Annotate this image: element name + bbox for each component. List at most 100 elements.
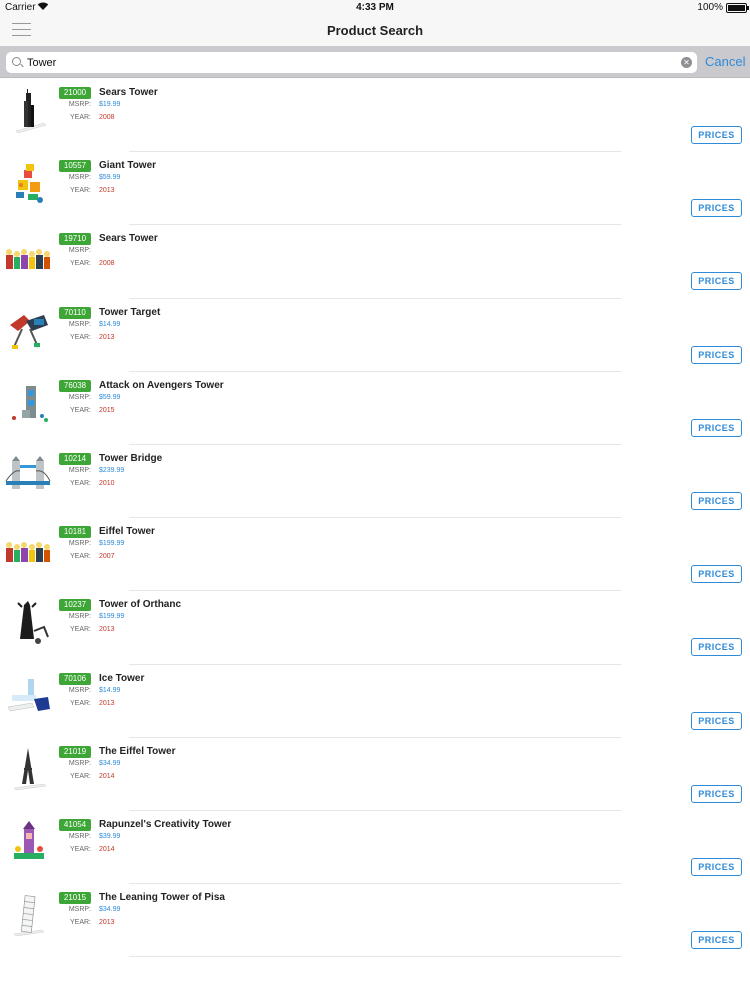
msrp-value: $34.99 — [99, 759, 121, 767]
result-row[interactable]: 10237 Tower of Orthanc MSRP: $199.99 YEAR: 20… — [0, 591, 750, 665]
year-value: 2015 — [99, 406, 115, 414]
year-value: 2008 — [99, 114, 115, 121]
msrp-label: MSRP: — [68, 101, 91, 108]
set-name: Giant Tower — [99, 160, 157, 172]
year-label: YEAR: — [69, 406, 91, 414]
result-row[interactable]: 41054 Rapunzel's Creativity Tower MSRP: $39… — [0, 811, 750, 885]
prices-button[interactable]: PRICES — [691, 272, 742, 291]
product-thumbnail — [4, 453, 52, 501]
year-value: 2013 — [99, 626, 115, 634]
set-number-badge: 10237 — [59, 599, 91, 612]
set-name: The Eiffel Tower — [99, 745, 176, 757]
product-thumbnail — [4, 87, 52, 135]
product-thumbnail — [4, 892, 52, 940]
msrp-value: $34.99 — [99, 906, 121, 914]
result-row[interactable]: 21000 Sears Tower MSRP: $19.99 YEAR: 2008 PRIC… — [0, 79, 750, 153]
msrp-label: MSRP: — [68, 759, 91, 767]
result-row[interactable]: 76038 Attack on Avengers Tower MSRP: $59.99… — [0, 372, 750, 445]
battery-percent: 100% — [697, 2, 723, 13]
product-thumbnail — [4, 746, 52, 794]
msrp-label: MSRP: — [68, 320, 91, 328]
prices-button[interactable]: PRICES — [691, 638, 742, 657]
status-bar: Carrier 4:33 PM 100% — [0, 0, 750, 16]
year-value: 2013 — [99, 919, 115, 927]
set-number-badge: 70110 — [59, 306, 91, 319]
msrp-value: $199.99 — [99, 613, 125, 621]
year-label: YEAR: — [69, 114, 91, 121]
result-row[interactable]: 10181 Eiffel Tower MSRP: $199.99 YEAR: 2007 PR… — [0, 518, 750, 592]
set-name: Sears Tower — [99, 87, 158, 98]
product-thumbnail — [4, 819, 52, 867]
set-number-badge: 19710 — [59, 233, 91, 246]
set-number-badge: 10181 — [59, 526, 91, 539]
page-title: Product Search — [326, 23, 424, 38]
year-label: YEAR: — [69, 626, 91, 634]
year-label: YEAR: — [69, 919, 91, 927]
year-value: 2014 — [99, 772, 115, 780]
set-number-badge: 41054 — [59, 818, 91, 831]
prices-button[interactable]: PRICES — [691, 565, 742, 584]
set-number-badge: 10557 — [59, 160, 91, 173]
msrp-value: $199.99 — [99, 540, 125, 548]
prices-button[interactable]: PRICES — [691, 126, 742, 144]
result-row[interactable]: 70110 Tower Target MSRP: $14.99 YEAR: 2013 PRI… — [0, 299, 750, 372]
year-label: YEAR: — [69, 772, 91, 780]
result-row[interactable]: 10557 Giant Tower MSRP: $59.99 YEAR: 2013 PRIC… — [0, 152, 750, 226]
prices-button[interactable]: PRICES — [691, 857, 742, 876]
prices-button[interactable]: PRICES — [691, 491, 742, 510]
msrp-value: $59.99 — [99, 174, 121, 182]
msrp-value: $39.99 — [99, 832, 121, 840]
result-row[interactable]: 10214 Tower Bridge MSRP: $239.99 YEAR: 2010 PR… — [0, 445, 750, 519]
result-row[interactable]: 21015 The Leaning Tower of Pisa MSRP: $34.9… — [0, 884, 750, 958]
set-number-badge: 21019 — [59, 745, 91, 758]
cancel-button[interactable]: Cancel — [705, 54, 745, 69]
msrp-label: MSRP: — [68, 686, 91, 694]
clear-icon[interactable]: ✕ — [681, 57, 692, 68]
result-row[interactable]: 19710 Sears Tower MSRP: YEAR: 2008 PRICES — [0, 225, 750, 299]
row-divider — [129, 956, 621, 958]
search-field[interactable]: ✕ — [6, 52, 697, 73]
set-number-badge: 21015 — [59, 892, 91, 905]
year-label: YEAR: — [69, 699, 91, 707]
msrp-label: MSRP: — [68, 466, 91, 474]
msrp-label: MSRP: — [68, 393, 91, 401]
msrp-value: $14.99 — [99, 686, 121, 694]
clock: 4:33 PM — [356, 2, 394, 13]
set-name: The Leaning Tower of Pisa — [99, 892, 225, 904]
msrp-label: MSRP: — [68, 906, 91, 914]
product-thumbnail — [4, 380, 52, 428]
search-bar: ✕ Cancel — [0, 46, 750, 78]
set-name: Eiffel Tower — [99, 526, 155, 538]
set-name: Tower Bridge — [99, 452, 163, 464]
product-thumbnail — [4, 233, 52, 281]
prices-button[interactable]: PRICES — [691, 418, 742, 437]
result-list: 21000 Sears Tower MSRP: $19.99 YEAR: 2008 PRIC… — [0, 79, 750, 958]
msrp-label: MSRP: — [68, 832, 91, 840]
search-icon — [12, 57, 21, 66]
prices-button[interactable]: PRICES — [691, 199, 742, 218]
prices-button[interactable]: PRICES — [691, 784, 742, 803]
product-thumbnail — [4, 160, 52, 208]
year-label: YEAR: — [69, 553, 91, 561]
search-input[interactable] — [27, 54, 667, 71]
product-thumbnail — [4, 599, 52, 647]
set-number-badge: 10214 — [59, 452, 91, 465]
msrp-label: MSRP: — [68, 540, 91, 548]
prices-button[interactable]: PRICES — [691, 931, 742, 950]
product-thumbnail — [4, 526, 52, 574]
set-name: Ice Tower — [99, 672, 145, 684]
msrp-value: $14.99 — [99, 320, 121, 328]
result-row[interactable]: 21019 The Eiffel Tower MSRP: $34.99 YEAR: 201… — [0, 738, 750, 811]
set-name: Rapunzel's Creativity Tower — [99, 818, 232, 830]
year-label: YEAR: — [69, 187, 91, 195]
year-value: 2014 — [99, 845, 115, 853]
set-name: Tower of Orthanc — [99, 599, 182, 611]
msrp-label: MSRP: — [68, 247, 91, 255]
year-value: 2013 — [99, 699, 115, 707]
prices-button[interactable]: PRICES — [691, 711, 742, 730]
result-row[interactable]: 70106 Ice Tower MSRP: $14.99 YEAR: 2013 PRICES — [0, 665, 750, 738]
msrp-value: $19.99 — [99, 101, 121, 108]
prices-button[interactable]: PRICES — [691, 345, 742, 364]
set-name: Sears Tower — [99, 233, 158, 245]
year-value: 2008 — [99, 260, 115, 268]
